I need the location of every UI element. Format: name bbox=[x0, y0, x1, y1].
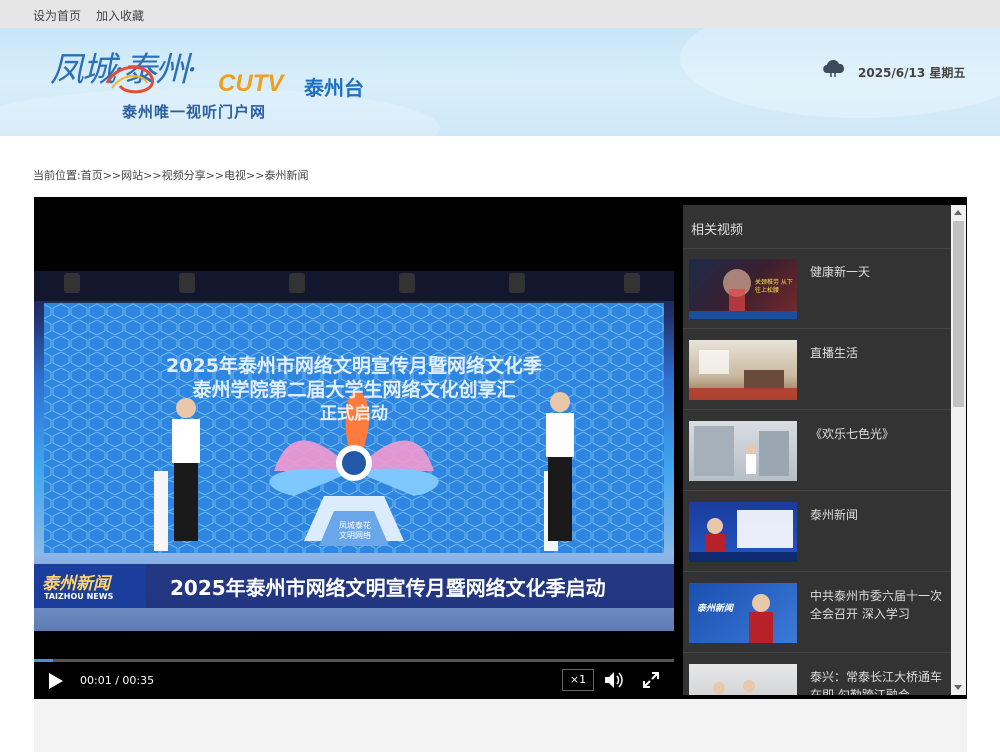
thumb-art bbox=[713, 680, 755, 694]
related-thumbnail[interactable]: 关颈椎劳 从下往上松腰 bbox=[689, 259, 797, 319]
progress-fill bbox=[34, 659, 54, 662]
stage-screen-line2: 泰州学院第二届大学生网络文化创享汇 bbox=[192, 379, 516, 401]
news-logo-english: TAIZHOU NEWS bbox=[44, 592, 114, 601]
volume-icon[interactable] bbox=[604, 671, 624, 689]
related-videos-sidebar: 相关视频 关颈椎劳 从下往上松腰 健康新一天 直播生活 《欢乐七色光》 泰州新闻… bbox=[674, 197, 967, 699]
breadcrumb-item-site[interactable]: 网站 bbox=[121, 169, 143, 182]
logo-subtitle: 泰州唯一视听门户网 bbox=[122, 103, 267, 121]
add-favorite-link[interactable]: 加入收藏 bbox=[96, 7, 144, 24]
related-item[interactable]: 泰州新闻 bbox=[683, 492, 951, 572]
breadcrumb-separator: >> bbox=[143, 169, 162, 182]
breadcrumb-prefix: 当前位置: bbox=[33, 169, 81, 182]
related-item-label[interactable]: 直播生活 bbox=[810, 344, 950, 362]
play-icon[interactable] bbox=[48, 672, 64, 690]
scroll-down-arrow-icon[interactable] bbox=[954, 685, 962, 690]
related-item[interactable]: 关颈椎劳 从下往上松腰 健康新一天 bbox=[683, 249, 951, 329]
breadcrumb: 当前位置:首页>>网站>>视频分享>>电视>>泰州新闻 bbox=[33, 167, 308, 183]
breadcrumb-item-tv[interactable]: 电视 bbox=[224, 169, 246, 182]
related-scrollbar[interactable] bbox=[951, 205, 966, 695]
breadcrumb-item-video-share[interactable]: 视频分享 bbox=[162, 169, 206, 182]
progress-bar[interactable] bbox=[34, 659, 674, 662]
breadcrumb-item-home[interactable]: 首页 bbox=[81, 169, 103, 182]
cloud-icon bbox=[823, 59, 845, 77]
thumb-overlay-text: 关颈椎劳 从下往上松腰 bbox=[755, 279, 793, 294]
time-display: 00:01 / 00:35 bbox=[80, 674, 155, 687]
thumb-art bbox=[689, 510, 797, 562]
related-videos-panel: 相关视频 关颈椎劳 从下往上松腰 健康新一天 直播生活 《欢乐七色光》 泰州新闻… bbox=[683, 205, 951, 695]
related-thumbnail[interactable] bbox=[689, 421, 797, 481]
related-item-label[interactable]: 《欢乐七色光》 bbox=[810, 425, 950, 443]
current-date: 2025/6/13 星期五 bbox=[858, 66, 966, 80]
stage-screen-line1: 2025年泰州市网络文明宣传月暨网络文化季 bbox=[166, 355, 542, 377]
related-item[interactable]: 直播生活 bbox=[683, 330, 951, 410]
site-header: 凤城·泰州· CUTV 泰州台 泰州唯一视听门户网 2025/6/13 星期五 bbox=[0, 28, 1000, 136]
playback-speed-button[interactable]: ×1 bbox=[562, 669, 594, 691]
logo-station: 泰州台 bbox=[304, 76, 364, 100]
related-thumbnail[interactable]: 泰州新闻 bbox=[689, 583, 797, 643]
related-item-label[interactable]: 健康新一天 bbox=[810, 263, 950, 281]
top-bar: 设为首页 加入收藏 bbox=[0, 0, 1000, 28]
related-thumbnail[interactable] bbox=[689, 502, 797, 562]
scroll-thumb[interactable] bbox=[953, 221, 964, 407]
related-item-label[interactable]: 泰州新闻 bbox=[810, 506, 950, 524]
set-home-link[interactable]: 设为首页 bbox=[33, 7, 81, 24]
content-area-below-player bbox=[34, 699, 967, 752]
news-logo: 泰州新闻 bbox=[42, 574, 110, 594]
stage-screen-line3: 正式启动 bbox=[320, 404, 388, 424]
logo-swirl bbox=[105, 65, 154, 94]
breadcrumb-item-taizhou-news[interactable]: 泰州新闻 bbox=[264, 169, 308, 182]
thumb-art bbox=[694, 426, 789, 476]
related-item-label[interactable]: 泰兴：常泰长江大桥通车在即 勾勒跨江融合 bbox=[810, 668, 950, 695]
related-item-label[interactable]: 中共泰州市委六届十一次全会召开 深入学习 bbox=[810, 587, 950, 623]
related-item[interactable]: 泰州新闻 中共泰州市委六届十一次全会召开 深入学习 bbox=[683, 573, 951, 653]
related-item[interactable]: 《欢乐七色光》 bbox=[683, 411, 951, 491]
video-frame[interactable]: 2025年泰州市网络文明宣传月暨网络文化季 泰州学院第二届大学生网络文化创享汇 … bbox=[34, 271, 674, 631]
video-caption: 2025年泰州市网络文明宣传月暨网络文化季启动 bbox=[170, 576, 606, 600]
related-thumbnail[interactable] bbox=[689, 664, 797, 695]
breadcrumb-separator: >> bbox=[246, 169, 265, 182]
related-thumbnail[interactable] bbox=[689, 340, 797, 400]
fullscreen-icon[interactable] bbox=[643, 672, 659, 688]
scroll-up-arrow-icon[interactable] bbox=[954, 210, 962, 215]
sculpture-badge: 凤城泰花 文明网络 bbox=[339, 521, 371, 540]
related-videos-title: 相关视频 bbox=[691, 223, 744, 238]
thumb-overlay-text: 泰州新闻 bbox=[697, 604, 734, 614]
breadcrumb-separator: >> bbox=[102, 169, 122, 182]
logo-cutv: CUTV bbox=[218, 70, 284, 97]
related-item[interactable]: 泰兴：常泰长江大桥通车在即 勾勒跨江融合 bbox=[683, 654, 951, 695]
breadcrumb-separator: >> bbox=[205, 169, 225, 182]
video-player[interactable]: 2025年泰州市网络文明宣传月暨网络文化季 泰州学院第二届大学生网络文化创享汇 … bbox=[34, 197, 674, 699]
thumb-art bbox=[689, 350, 797, 400]
